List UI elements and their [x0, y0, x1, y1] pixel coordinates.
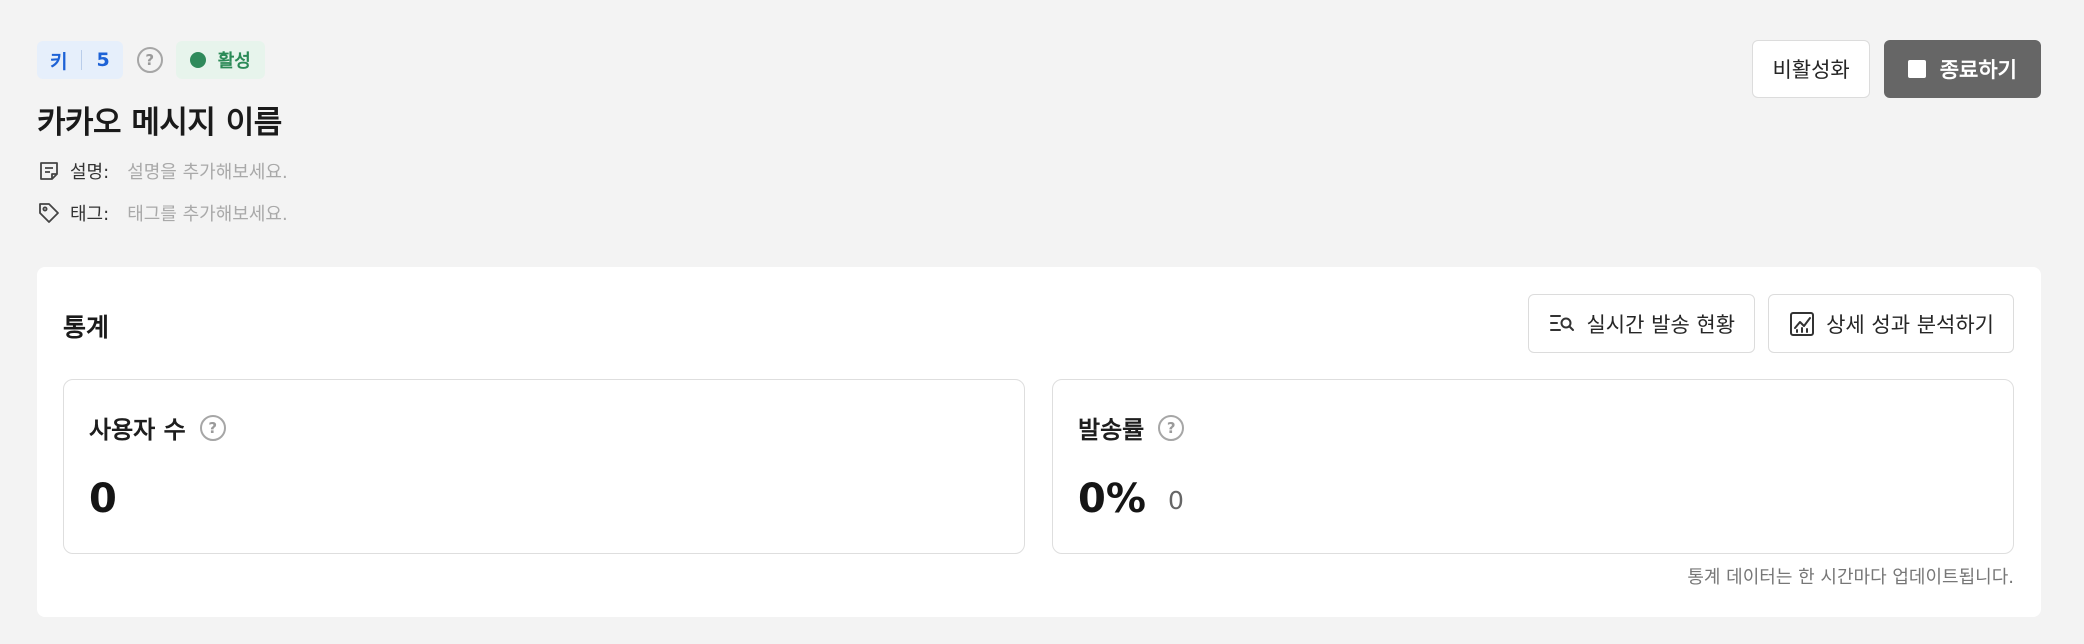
- stats-card: 통계 실시간 발송 현황 상세 성과 분석하기 사용자 수 ? 0 발송률 ? …: [37, 267, 2041, 617]
- realtime-status-label: 실시간 발송 현황: [1586, 312, 1736, 337]
- status-dot-icon: [189, 52, 206, 68]
- send-rate-metric-card: 발송률 ? 0% 0: [1052, 379, 2014, 554]
- status-badge: 활성: [175, 41, 265, 79]
- question-circle-icon[interactable]: ?: [199, 414, 226, 441]
- question-circle-icon[interactable]: ?: [136, 47, 163, 73]
- stats-title: 통계: [63, 313, 110, 342]
- tag-icon: [37, 201, 61, 225]
- realtime-status-button[interactable]: 실시간 발송 현황: [1528, 294, 1756, 353]
- stop-icon: [1907, 60, 1926, 78]
- end-button-label: 종료하기: [1939, 58, 2017, 82]
- send-rate-count: 0: [1168, 486, 1184, 515]
- status-label: 활성: [217, 51, 251, 72]
- users-metric-header: 사용자 수 ?: [89, 410, 226, 445]
- key-badge: 키 5: [37, 41, 123, 79]
- key-value: 5: [96, 49, 110, 71]
- tag-field[interactable]: 태그를 추가해보세요.: [127, 200, 287, 226]
- description-field[interactable]: 설명을 추가해보세요.: [127, 158, 287, 184]
- send-rate-metric-header: 발송률 ?: [1078, 410, 1185, 445]
- question-circle-icon[interactable]: ?: [1158, 414, 1185, 441]
- list-search-icon: [1548, 310, 1576, 338]
- description-row: 설명: 설명을 추가해보세요.: [37, 158, 288, 184]
- users-metric-value: 0: [89, 476, 117, 522]
- tag-label: 태그:: [70, 204, 110, 225]
- header-actions: 비활성화 종료하기: [1752, 40, 2041, 98]
- key-label: 키: [50, 50, 68, 73]
- stats-actions: 실시간 발송 현황 상세 성과 분석하기: [1528, 294, 2014, 353]
- users-metric-card: 사용자 수 ? 0: [63, 379, 1025, 554]
- header-badges: 키 5 ? 활성: [37, 41, 265, 79]
- description-label: 설명:: [70, 162, 110, 183]
- page-title[interactable]: 카카오 메시지 이름: [37, 97, 282, 142]
- chart-icon: [1788, 310, 1816, 338]
- detailed-analysis-label: 상세 성과 분석하기: [1826, 312, 1994, 337]
- deactivate-button[interactable]: 비활성화: [1752, 40, 1870, 98]
- users-metric-label: 사용자 수: [89, 416, 186, 444]
- detailed-analysis-button[interactable]: 상세 성과 분석하기: [1768, 294, 2014, 353]
- campaign-page: 키 5 ? 활성 카카오 메시지 이름 설명: 설명을 추가해보세요. 태그: …: [0, 0, 2084, 644]
- send-rate-metric-value: 0%: [1078, 476, 1146, 522]
- send-rate-metric-label: 발송률: [1078, 416, 1145, 444]
- note-icon: [37, 159, 61, 183]
- tag-row: 태그: 태그를 추가해보세요.: [37, 200, 288, 226]
- stats-footnote: 통계 데이터는 한 시간마다 업데이트됩니다.: [1687, 567, 2014, 588]
- key-divider: [81, 50, 83, 70]
- end-button[interactable]: 종료하기: [1883, 40, 2041, 98]
